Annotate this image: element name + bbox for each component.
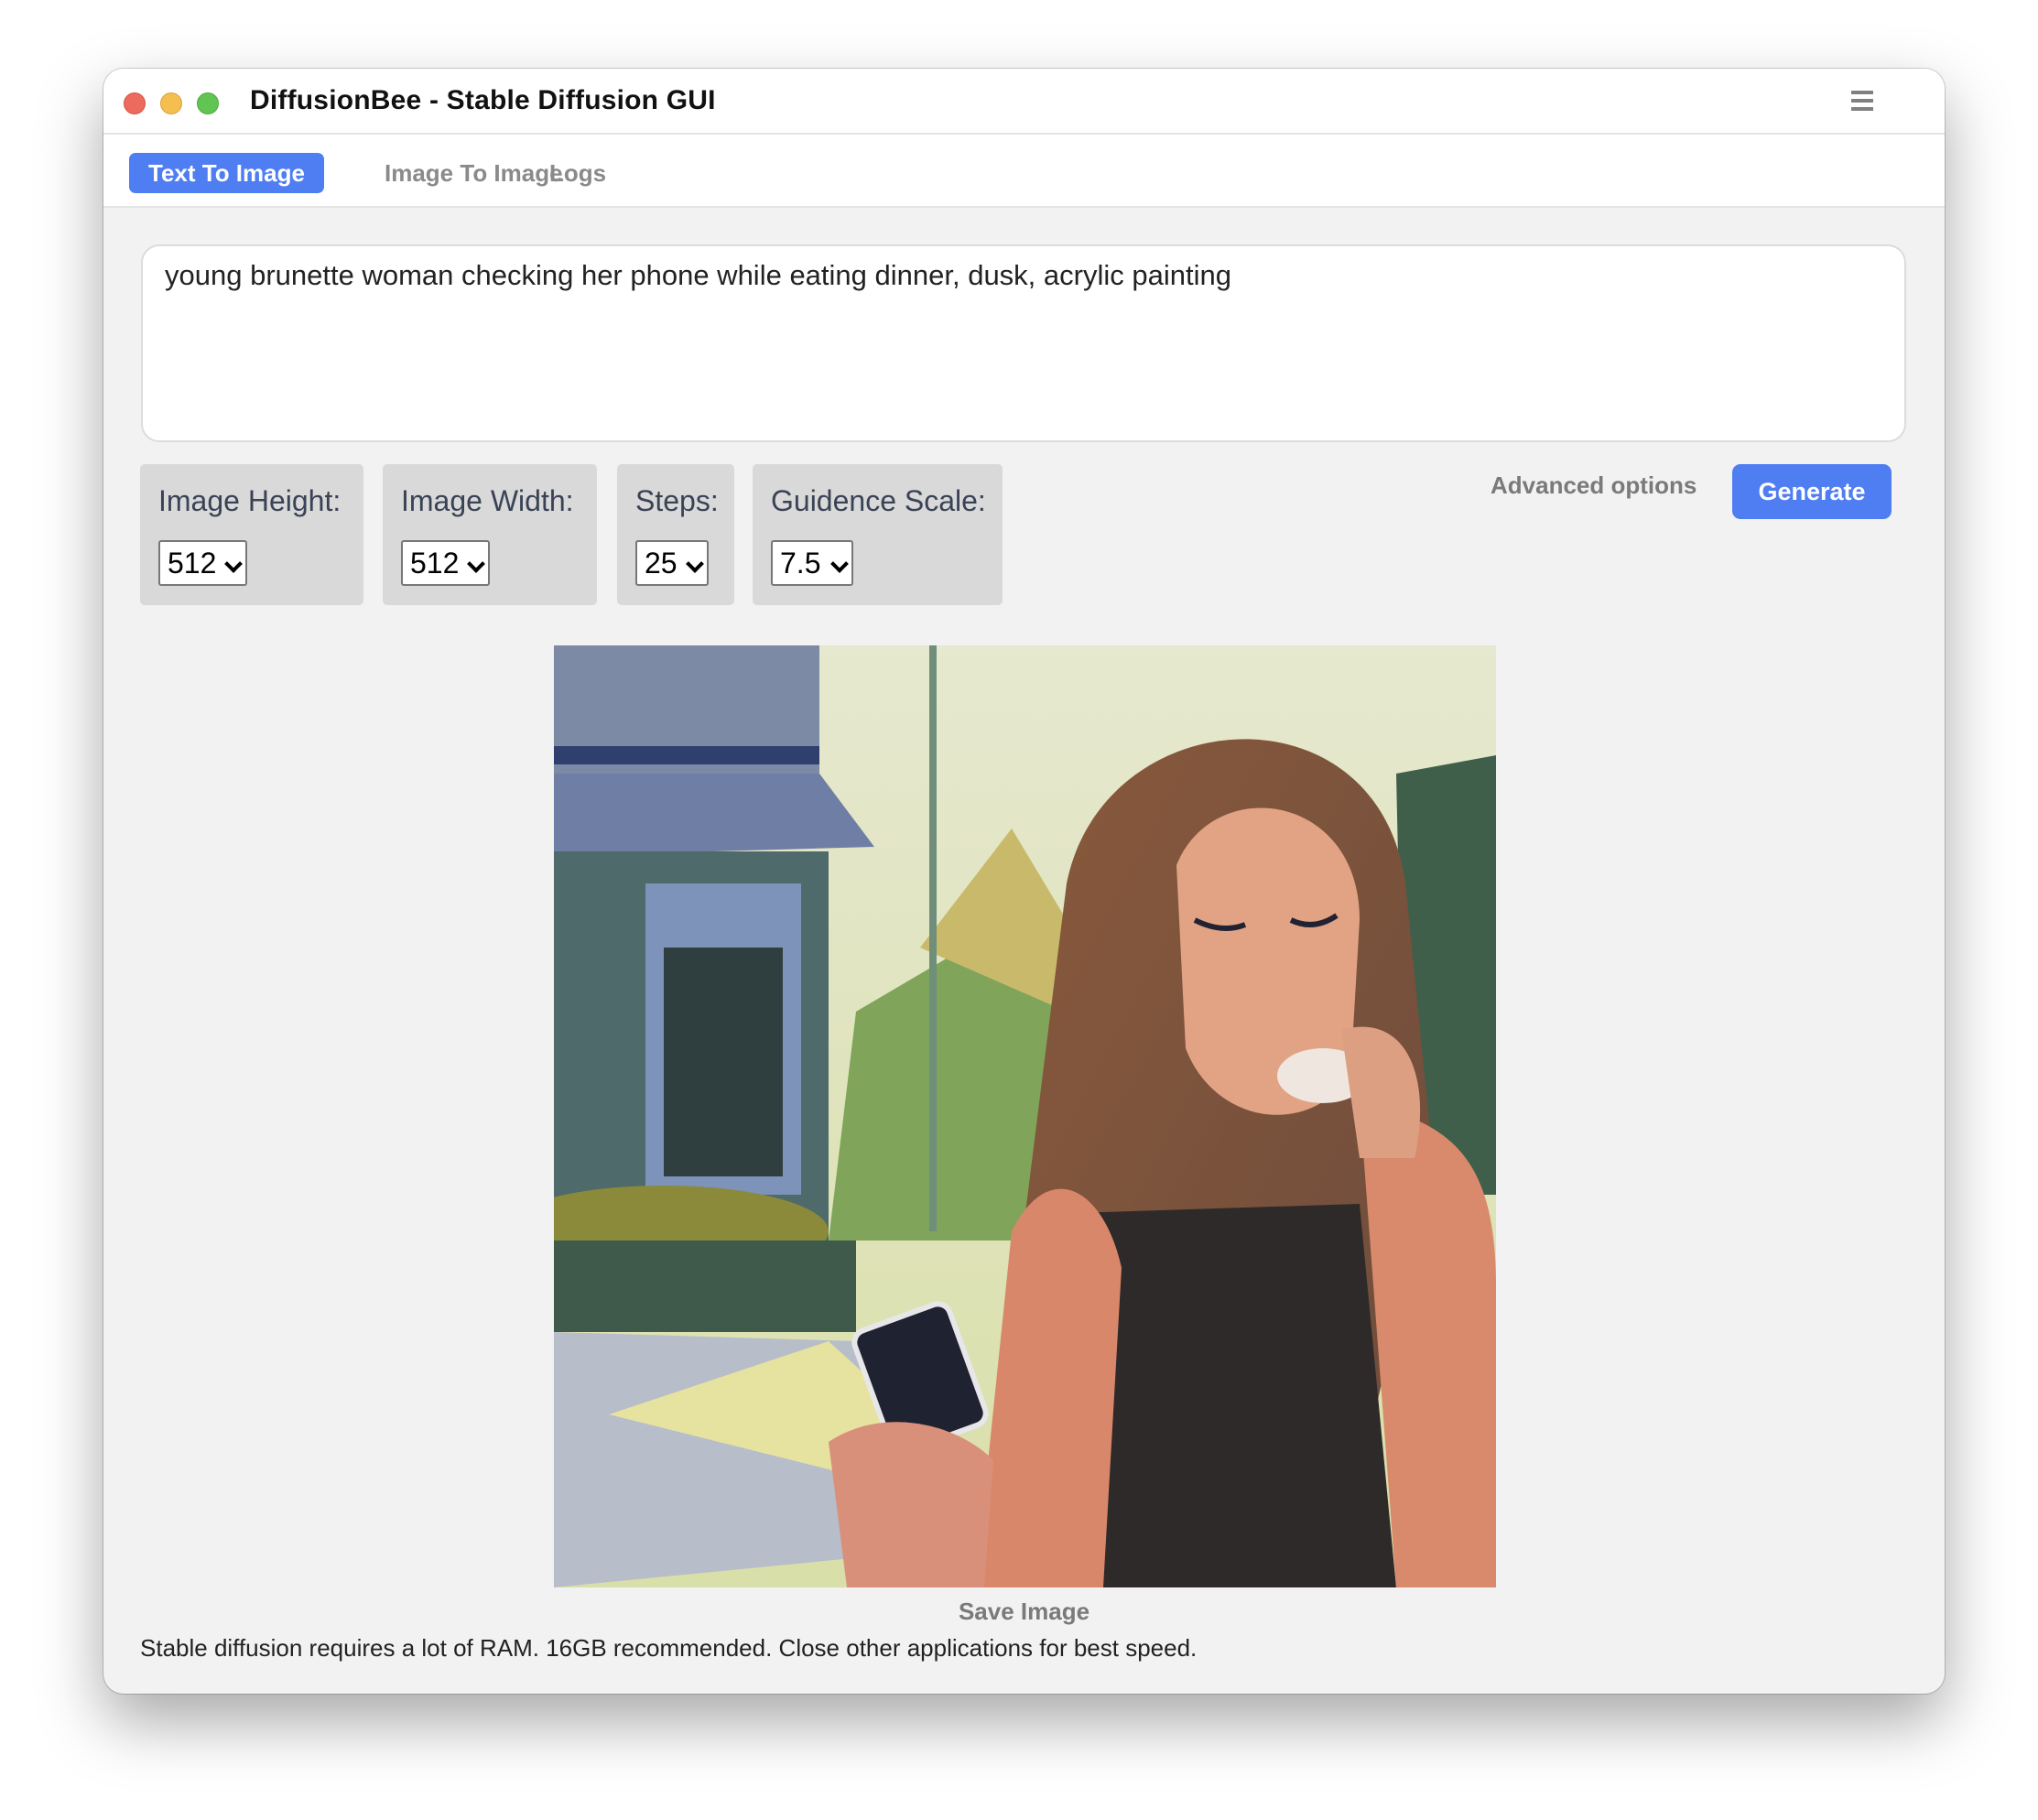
generated-image bbox=[554, 645, 1496, 1587]
image-width-value: 512 bbox=[410, 547, 460, 580]
image-width-label: Image Width: bbox=[401, 484, 574, 517]
image-height-select[interactable]: 512 bbox=[158, 540, 247, 586]
guidance-scale-value: 7.5 bbox=[780, 547, 821, 580]
image-height-option: Image Height: 512 bbox=[140, 464, 363, 605]
image-height-value: 512 bbox=[168, 547, 217, 580]
save-image-row: Save Image bbox=[103, 1598, 1945, 1626]
image-width-option: Image Width: 512 bbox=[383, 464, 597, 605]
chevron-down-icon bbox=[224, 555, 243, 573]
guidance-scale-option: Guidence Scale: 7.5 bbox=[753, 464, 1003, 605]
tab-text-to-image[interactable]: Text To Image bbox=[129, 153, 324, 193]
advanced-options-link[interactable]: Advanced options bbox=[1491, 471, 1697, 500]
hamburger-menu-icon[interactable] bbox=[1851, 91, 1873, 111]
steps-select[interactable]: 25 bbox=[635, 540, 709, 586]
steps-label: Steps: bbox=[635, 484, 719, 517]
close-window-button[interactable] bbox=[124, 92, 146, 114]
tab-bar: Text To Image Image To Image Logs bbox=[103, 135, 1945, 208]
minimize-window-button[interactable] bbox=[160, 92, 182, 114]
guidance-scale-label: Guidence Scale: bbox=[771, 484, 986, 517]
chevron-down-icon bbox=[467, 555, 485, 573]
prompt-input[interactable]: young brunette woman checking her phone … bbox=[141, 244, 1906, 442]
ram-notice: Stable diffusion requires a lot of RAM. … bbox=[140, 1634, 1198, 1662]
steps-option: Steps: 25 bbox=[617, 464, 734, 605]
image-height-label: Image Height: bbox=[158, 484, 341, 517]
save-image-button[interactable]: Save Image bbox=[959, 1598, 1089, 1625]
title-bar: DiffusionBee - Stable Diffusion GUI bbox=[103, 69, 1945, 135]
tab-logs[interactable]: Logs bbox=[530, 153, 625, 193]
maximize-window-button[interactable] bbox=[197, 92, 219, 114]
chevron-down-icon bbox=[830, 555, 849, 573]
image-width-select[interactable]: 512 bbox=[401, 540, 490, 586]
app-window: DiffusionBee - Stable Diffusion GUI Text… bbox=[103, 69, 1945, 1694]
chevron-down-icon bbox=[686, 555, 704, 573]
guidance-scale-select[interactable]: 7.5 bbox=[771, 540, 853, 586]
window-title: DiffusionBee - Stable Diffusion GUI bbox=[250, 85, 716, 115]
generate-button[interactable]: Generate bbox=[1732, 464, 1892, 519]
steps-value: 25 bbox=[645, 547, 678, 580]
